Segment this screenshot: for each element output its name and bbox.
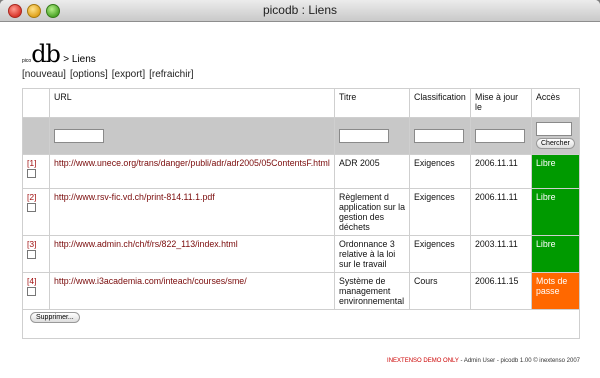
menu-options[interactable]: [options] bbox=[70, 69, 108, 80]
row-titre: Ordonnance 3 relative à la loi sur le tr… bbox=[334, 235, 410, 272]
page-content: picodb > Liens [nouveau] [options] [export… bbox=[0, 22, 600, 378]
row-titre: ADR 2005 bbox=[334, 154, 410, 188]
table-row: [4] http://www.i3academia.com/inteach/co… bbox=[23, 272, 579, 309]
row-date: 2006.11.11 bbox=[470, 188, 532, 235]
col-acces[interactable]: Accès bbox=[531, 89, 579, 117]
links-table: URL Titre Classification Mise à jour le … bbox=[23, 89, 579, 310]
row-url: http://www.i3academia.com/inteach/course… bbox=[49, 272, 335, 309]
col-classification[interactable]: Classification bbox=[409, 89, 471, 117]
row-number[interactable]: [4] bbox=[27, 276, 36, 286]
app-window: picodb : Liens picodb > Liens [nouveau][… bbox=[0, 0, 600, 378]
filter-row: Chercher bbox=[23, 117, 579, 154]
row-checkbox[interactable] bbox=[27, 286, 36, 296]
window-title: picodb : Liens bbox=[262, 3, 338, 17]
row-classification: Cours bbox=[409, 272, 471, 309]
row-checkbox[interactable] bbox=[27, 249, 36, 259]
row-classification: Exigences bbox=[409, 188, 471, 235]
title-bar: picodb : Liens bbox=[0, 0, 600, 22]
table-row: [1] http://www.unece.org/trans/danger/pu… bbox=[23, 154, 579, 188]
col-empty bbox=[23, 89, 50, 117]
col-titre[interactable]: Titre bbox=[334, 89, 410, 117]
filter-titre-input[interactable] bbox=[339, 128, 389, 143]
col-url[interactable]: URL bbox=[49, 89, 335, 117]
row-acces: Libre bbox=[531, 154, 579, 188]
footer-info: - Admin User - picodb 1.00 © inextenso 2… bbox=[460, 358, 581, 364]
row-number[interactable]: [3] bbox=[27, 239, 36, 249]
row-acces: Mots de passe bbox=[531, 272, 579, 309]
links-table-container: URL Titre Classification Mise à jour le … bbox=[22, 88, 580, 339]
menu-export[interactable]: [export] bbox=[112, 69, 145, 80]
filter-acces-input[interactable] bbox=[536, 122, 572, 136]
row-classification: Exigences bbox=[409, 154, 471, 188]
row-checkbox[interactable] bbox=[27, 202, 36, 212]
search-button[interactable]: Chercher bbox=[536, 138, 575, 149]
table-row: [2] http://www.rsv-fic.vd.ch/print-814.1… bbox=[23, 188, 579, 235]
row-date: 2003.11.11 bbox=[470, 235, 532, 272]
row-acces: Libre bbox=[531, 188, 579, 235]
breadcrumb: > Liens bbox=[63, 54, 96, 65]
header-row: URL Titre Classification Mise à jour le … bbox=[23, 89, 579, 117]
table-body: [1] http://www.unece.org/trans/danger/pu… bbox=[23, 154, 579, 309]
row-date: 2006.11.15 bbox=[470, 272, 532, 309]
action-menu: [nouveau] [options] [export] [refraichir] bbox=[22, 69, 198, 80]
table-row: [3] http://www.admin.ch/ch/f/rs/822_113/… bbox=[23, 235, 579, 272]
row-date: 2006.11.11 bbox=[470, 154, 532, 188]
row-titre: Règlement d application sur la gestion d… bbox=[334, 188, 410, 235]
row-acces: Libre bbox=[531, 235, 579, 272]
col-mise-a-jour[interactable]: Mise à jour le bbox=[470, 89, 532, 117]
filter-url-input[interactable] bbox=[54, 128, 104, 143]
row-titre: Système de management environnemental bbox=[334, 272, 410, 309]
filter-date-input[interactable] bbox=[475, 128, 525, 143]
row-number[interactable]: [1] bbox=[27, 158, 36, 168]
logo: picodb > Liens bbox=[22, 40, 96, 68]
menu-nouveau[interactable]: [nouveau] bbox=[22, 69, 66, 80]
row-url: http://www.rsv-fic.vd.ch/print-814.11.1.… bbox=[49, 188, 335, 235]
footer-demo: INEXTENSO DEMO ONLY bbox=[387, 358, 459, 364]
logo-big: db bbox=[31, 40, 61, 68]
footer: INEXTENSO DEMO ONLY - Admin User - picod… bbox=[387, 358, 580, 364]
row-url: http://www.admin.ch/ch/f/rs/822_113/inde… bbox=[49, 235, 335, 272]
delete-button[interactable]: Supprimer... bbox=[30, 312, 80, 323]
menu-refraichir[interactable]: [refraichir] bbox=[149, 69, 193, 80]
row-classification: Exigences bbox=[409, 235, 471, 272]
row-url: http://www.unece.org/trans/danger/publi/… bbox=[49, 154, 335, 188]
row-number[interactable]: [2] bbox=[27, 192, 36, 202]
logo-small: pico bbox=[22, 58, 32, 64]
filter-classification-input[interactable] bbox=[414, 128, 464, 143]
row-checkbox[interactable] bbox=[27, 168, 36, 178]
